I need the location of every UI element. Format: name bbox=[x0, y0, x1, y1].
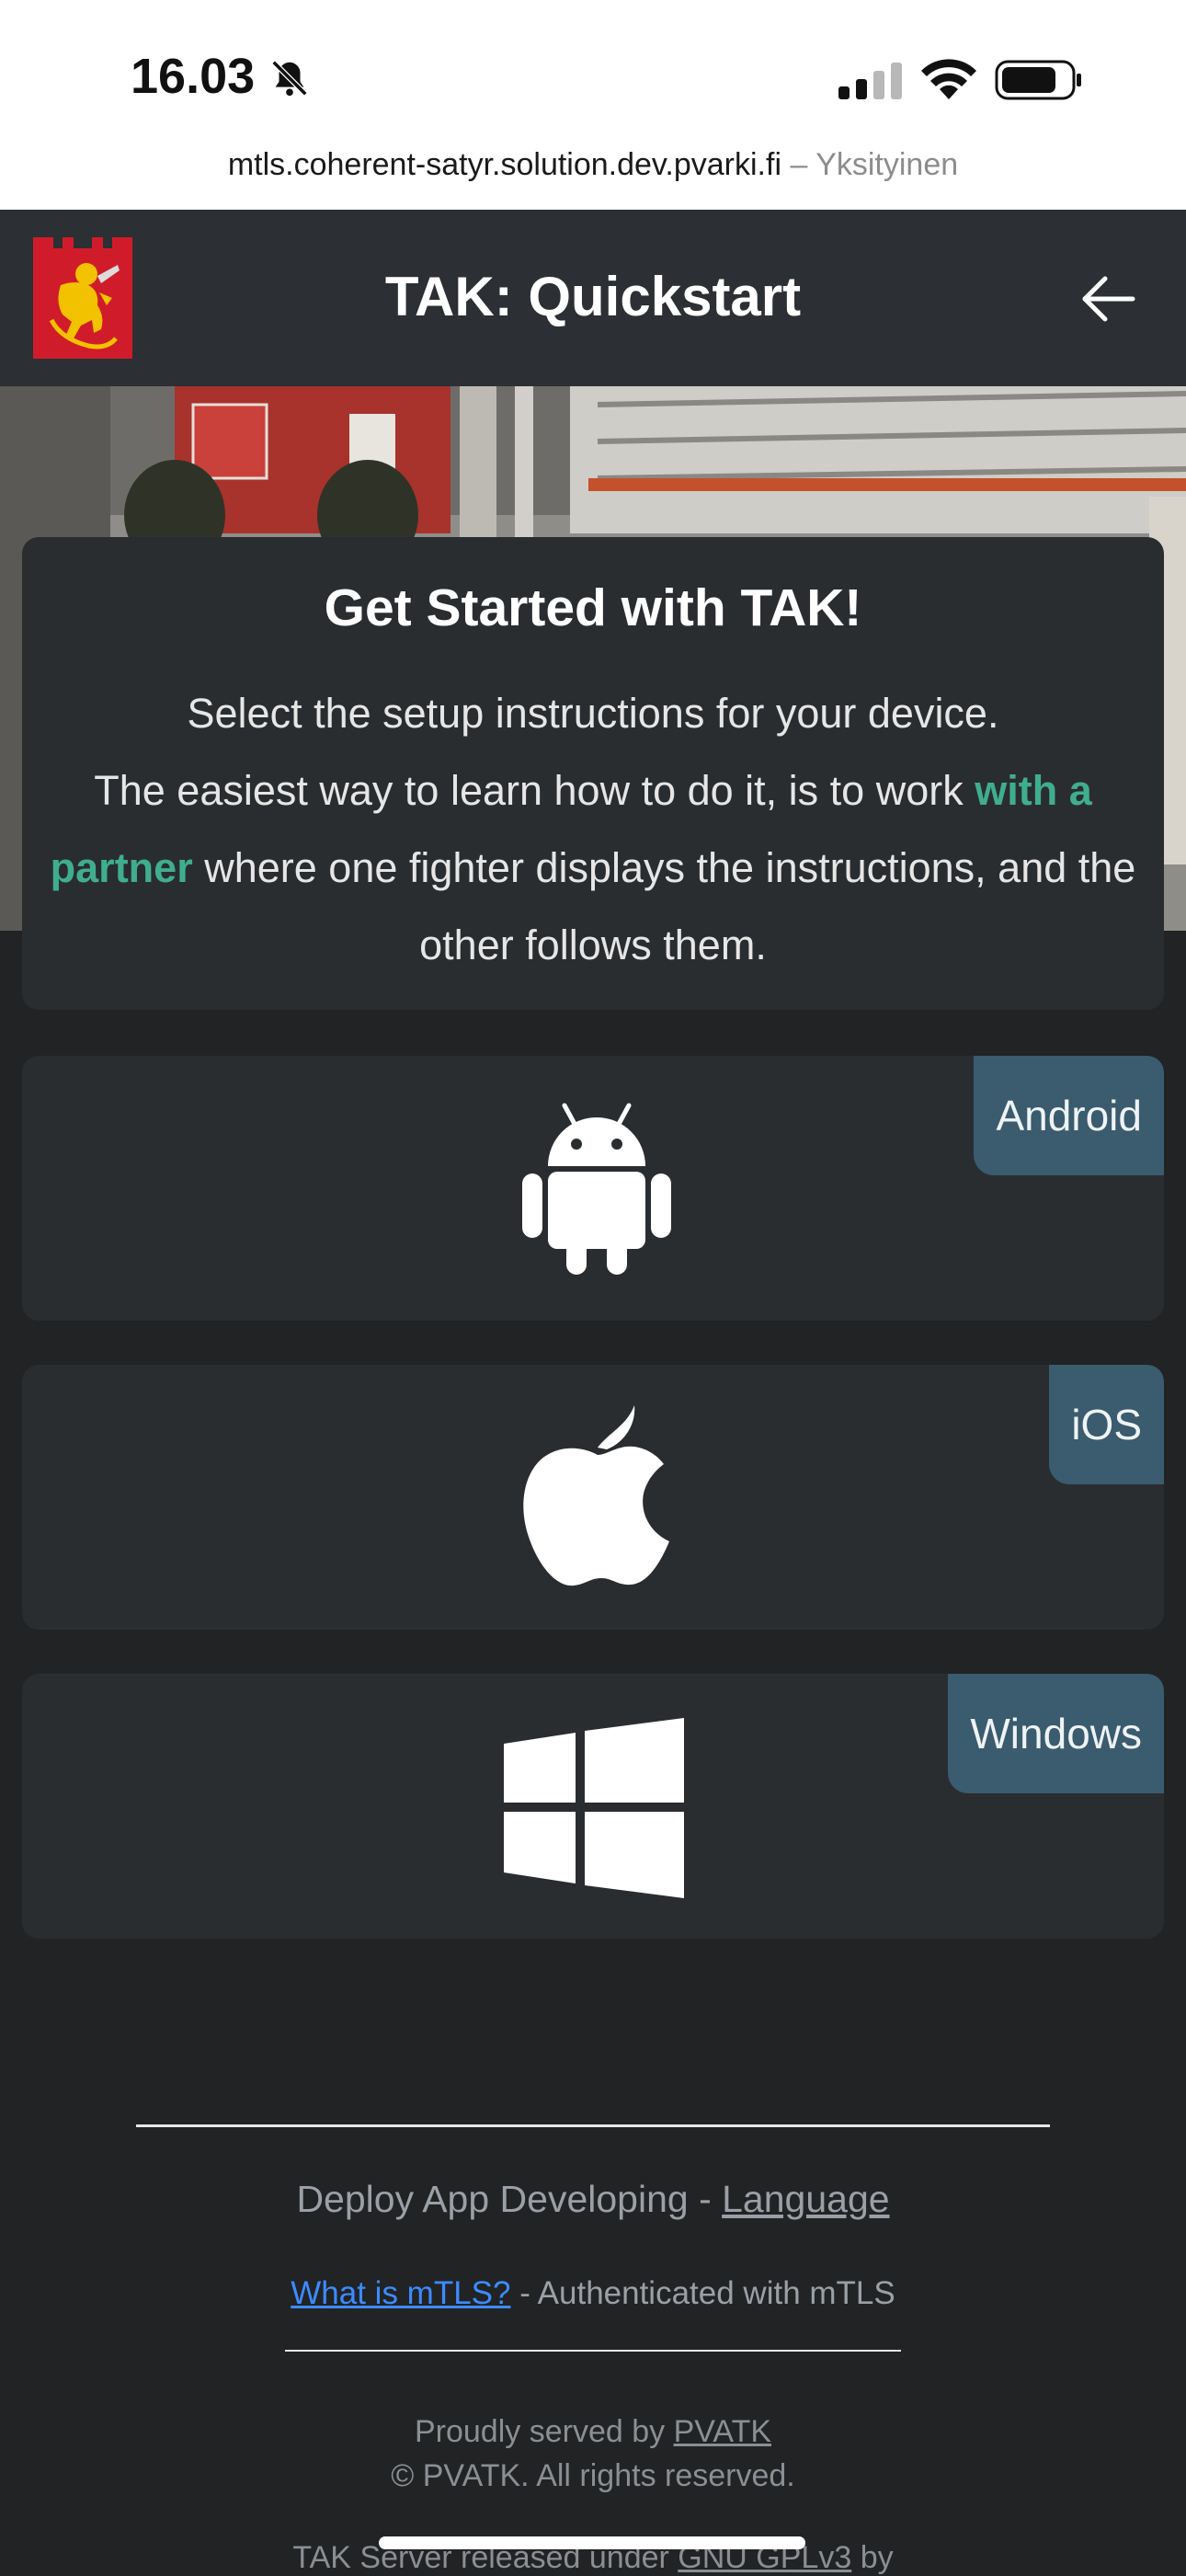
footer-deploy-text: Deploy App Developing - bbox=[296, 2178, 723, 2220]
platform-card-windows[interactable]: Windows bbox=[22, 1674, 1164, 1939]
tak-by-text: by bbox=[851, 2540, 894, 2575]
private-mode-label: Yksityinen bbox=[815, 147, 959, 182]
status-bar: 16.03 mtls.coherent-satyr.solution.dev.p… bbox=[0, 0, 1186, 210]
platform-tag-android: Android bbox=[974, 1056, 1164, 1175]
page-title: TAK: Quickstart bbox=[384, 266, 802, 327]
intro-text: Select the setup instructions for your d… bbox=[40, 675, 1146, 984]
intro-text-before: The easiest way to learn how to do it, i… bbox=[94, 767, 975, 814]
copyright-text: © PVATK. All rights reserved. bbox=[391, 2458, 795, 2493]
intro-text-after: where one fighter displays the instructi… bbox=[192, 844, 1136, 968]
platform-card-android[interactable]: Android bbox=[22, 1056, 1164, 1321]
arrow-left-icon[interactable] bbox=[1076, 267, 1140, 331]
windows-icon bbox=[504, 1718, 684, 1898]
app-header: TAK: Quickstart bbox=[0, 210, 1186, 386]
address-bar[interactable]: mtls.coherent-satyr.solution.dev.pvarki.… bbox=[0, 147, 1186, 183]
wifi-icon bbox=[921, 59, 976, 99]
android-icon bbox=[522, 1103, 671, 1275]
signal-icon bbox=[838, 63, 902, 99]
footer-deploy-line: Deploy App Developing - Language bbox=[0, 2178, 1186, 2221]
battery-icon bbox=[995, 60, 1081, 100]
intro-title: Get Started with TAK! bbox=[324, 578, 862, 637]
served-by-text: Proudly served by bbox=[414, 2414, 674, 2449]
footer-mtls-line: What is mTLS? - Authenticated with mTLS bbox=[0, 2275, 1186, 2312]
what-is-mtls-link[interactable]: What is mTLS? bbox=[291, 2275, 510, 2311]
bell-slash-icon bbox=[271, 60, 308, 97]
home-indicator[interactable] bbox=[379, 2536, 805, 2549]
intro-line1: Select the setup instructions for your d… bbox=[187, 690, 999, 737]
language-link[interactable]: Language bbox=[722, 2178, 889, 2220]
pvatk-link[interactable]: PVATK bbox=[674, 2414, 771, 2449]
apple-icon bbox=[523, 1405, 669, 1586]
platform-tag-windows: Windows bbox=[948, 1674, 1164, 1793]
footer-credits: Proudly served by PVATK © PVATK. All rig… bbox=[0, 2410, 1186, 2498]
footer-divider-bottom bbox=[285, 2350, 901, 2352]
mtls-auth-text: - Authenticated with mTLS bbox=[510, 2275, 895, 2311]
url-separator: – bbox=[781, 147, 816, 182]
footer-divider-top bbox=[136, 2124, 1050, 2127]
intro-card: Get Started with TAK! Select the setup i… bbox=[22, 537, 1164, 1010]
platform-tag-ios: iOS bbox=[1049, 1365, 1164, 1484]
platform-card-ios[interactable]: iOS bbox=[22, 1365, 1164, 1630]
url-text: mtls.coherent-satyr.solution.dev.pvarki.… bbox=[227, 147, 781, 182]
status-time: 16.03 bbox=[131, 49, 256, 104]
